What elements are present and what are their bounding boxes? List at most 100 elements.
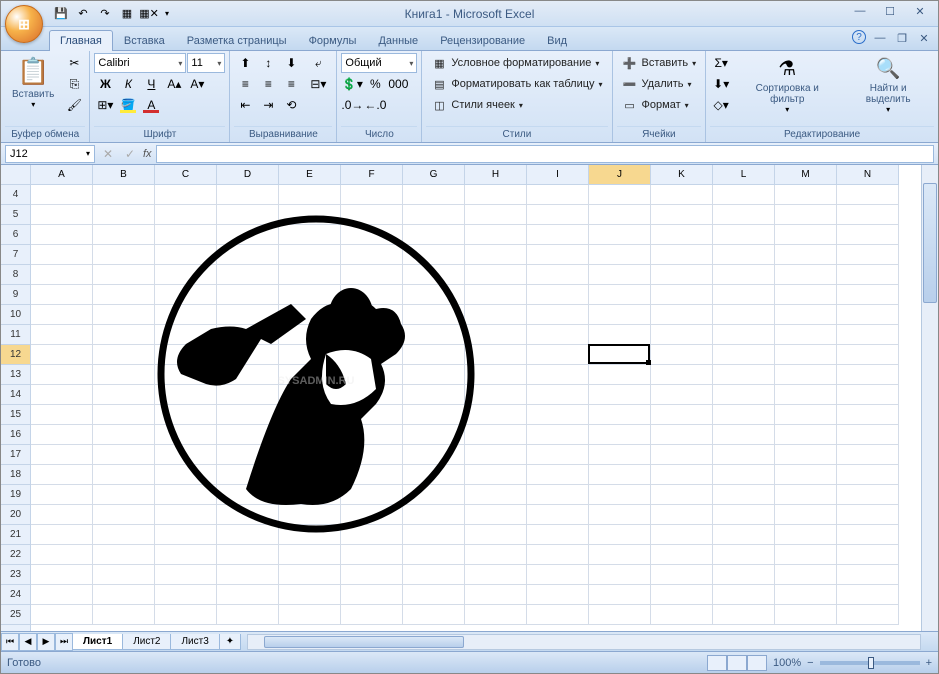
row-header-17[interactable]: 17 (1, 445, 30, 465)
row-header-18[interactable]: 18 (1, 465, 30, 485)
row-header-15[interactable]: 15 (1, 405, 30, 425)
cell-styles-button[interactable]: ◫Стили ячеек▾ (426, 95, 528, 115)
align-bottom-icon[interactable]: ⬇ (280, 53, 302, 73)
new-sheet-icon[interactable]: ✦ (219, 634, 241, 650)
office-button[interactable]: ⊞ (5, 5, 43, 43)
col-header-A[interactable]: A (31, 165, 93, 184)
view-page-layout-icon[interactable] (727, 655, 747, 671)
font-name-combo[interactable]: Calibri▾ (94, 53, 186, 73)
zoom-level[interactable]: 100% (773, 657, 801, 669)
fill-color-icon[interactable]: 🪣 (117, 95, 139, 115)
fx-icon[interactable]: fx (143, 148, 152, 160)
currency-icon[interactable]: 💲▾ (341, 74, 363, 94)
col-header-I[interactable]: I (527, 165, 589, 184)
row-header-7[interactable]: 7 (1, 245, 30, 265)
tab-data[interactable]: Данные (367, 30, 429, 51)
shrink-font-icon[interactable]: A▾ (186, 74, 208, 94)
name-box[interactable]: J12▾ (5, 145, 95, 163)
vertical-scrollbar[interactable] (921, 165, 938, 631)
hscroll-thumb[interactable] (264, 636, 464, 648)
row-header-8[interactable]: 8 (1, 265, 30, 285)
select-all-corner[interactable] (1, 165, 31, 185)
autosum-icon[interactable]: Σ▾ (710, 53, 732, 73)
number-format-combo[interactable]: Общий▾ (341, 53, 417, 73)
col-header-G[interactable]: G (403, 165, 465, 184)
decrease-indent-icon[interactable]: ⇤ (234, 95, 256, 115)
formula-bar[interactable] (156, 145, 934, 163)
format-cells-button[interactable]: ▭Формат▾ (617, 95, 694, 115)
col-header-J[interactable]: J (589, 165, 651, 184)
row-header-23[interactable]: 23 (1, 565, 30, 585)
qat-dropdown-icon[interactable]: ▾ (161, 4, 173, 24)
sheet-tab-3[interactable]: Лист3 (170, 634, 219, 650)
qat-custom1-icon[interactable]: ▦ (117, 4, 137, 24)
col-header-E[interactable]: E (279, 165, 341, 184)
cut-icon[interactable]: ✂ (63, 53, 85, 73)
col-header-N[interactable]: N (837, 165, 899, 184)
percent-icon[interactable]: % (364, 74, 386, 94)
conditional-formatting-button[interactable]: ▦Условное форматирование▾ (426, 53, 604, 73)
border-icon[interactable]: ⊞▾ (94, 95, 116, 115)
row-header-5[interactable]: 5 (1, 205, 30, 225)
row-header-11[interactable]: 11 (1, 325, 30, 345)
col-header-L[interactable]: L (713, 165, 775, 184)
restore-doc-icon[interactable]: ❐ (894, 30, 910, 46)
sheet-tab-1[interactable]: Лист1 (72, 634, 123, 650)
format-as-table-button[interactable]: ▤Форматировать как таблицу▾ (426, 74, 607, 94)
row-header-22[interactable]: 22 (1, 545, 30, 565)
undo-icon[interactable]: ↶ (73, 4, 93, 24)
maximize-button[interactable]: ☐ (876, 1, 904, 21)
align-top-icon[interactable]: ⬆ (234, 53, 256, 73)
cells-area[interactable] (31, 185, 921, 625)
fx-accept-icon[interactable]: ✓ (121, 144, 139, 164)
font-color-icon[interactable]: A (140, 95, 162, 115)
redo-icon[interactable]: ↷ (95, 4, 115, 24)
tab-page-layout[interactable]: Разметка страницы (176, 30, 298, 51)
decrease-decimal-icon[interactable]: ←.0 (364, 95, 386, 115)
save-icon[interactable]: 💾 (51, 4, 71, 24)
close-button[interactable]: ✕ (906, 1, 934, 21)
sheet-nav-next-icon[interactable]: ▶ (37, 633, 55, 651)
col-header-K[interactable]: K (651, 165, 713, 184)
copy-icon[interactable]: ⎘ (63, 74, 85, 94)
row-header-19[interactable]: 19 (1, 485, 30, 505)
qat-custom2-icon[interactable]: ▦✕ (139, 4, 159, 24)
row-header-10[interactable]: 10 (1, 305, 30, 325)
align-right-icon[interactable]: ≡ (280, 74, 302, 94)
horizontal-scrollbar[interactable] (247, 634, 921, 650)
format-painter-icon[interactable]: 🖌 (63, 95, 85, 115)
col-header-B[interactable]: B (93, 165, 155, 184)
bold-button[interactable]: Ж (94, 74, 116, 94)
fx-cancel-icon[interactable]: ✕ (99, 144, 117, 164)
sheet-tab-2[interactable]: Лист2 (122, 634, 171, 650)
zoom-slider[interactable] (820, 661, 920, 665)
row-header-21[interactable]: 21 (1, 525, 30, 545)
row-header-13[interactable]: 13 (1, 365, 30, 385)
row-header-6[interactable]: 6 (1, 225, 30, 245)
comma-icon[interactable]: 000 (387, 74, 409, 94)
row-header-20[interactable]: 20 (1, 505, 30, 525)
row-header-12[interactable]: 12 (1, 345, 30, 365)
font-size-combo[interactable]: 11▾ (187, 53, 225, 73)
fill-icon[interactable]: ⬇▾ (710, 74, 732, 94)
sheet-nav-prev-icon[interactable]: ◀ (19, 633, 37, 651)
zoom-out-icon[interactable]: − (807, 657, 813, 669)
col-header-F[interactable]: F (341, 165, 403, 184)
tab-review[interactable]: Рецензирование (429, 30, 536, 51)
merge-icon[interactable]: ⊟▾ (304, 74, 332, 94)
italic-button[interactable]: К (117, 74, 139, 94)
tab-view[interactable]: Вид (536, 30, 578, 51)
insert-cells-button[interactable]: ➕Вставить▾ (617, 53, 702, 73)
find-select-button[interactable]: 🔍 Найти и выделить ▾ (842, 53, 934, 117)
row-header-14[interactable]: 14 (1, 385, 30, 405)
paste-button[interactable]: 📋 Вставить ▾ (5, 53, 61, 112)
zoom-knob[interactable] (868, 657, 874, 669)
row-header-24[interactable]: 24 (1, 585, 30, 605)
align-left-icon[interactable]: ≡ (234, 74, 256, 94)
close-doc-icon[interactable]: ✕ (916, 30, 932, 46)
align-center-icon[interactable]: ≡ (257, 74, 279, 94)
tab-insert[interactable]: Вставка (113, 30, 176, 51)
row-header-4[interactable]: 4 (1, 185, 30, 205)
view-normal-icon[interactable] (707, 655, 727, 671)
align-middle-icon[interactable]: ↕ (257, 53, 279, 73)
